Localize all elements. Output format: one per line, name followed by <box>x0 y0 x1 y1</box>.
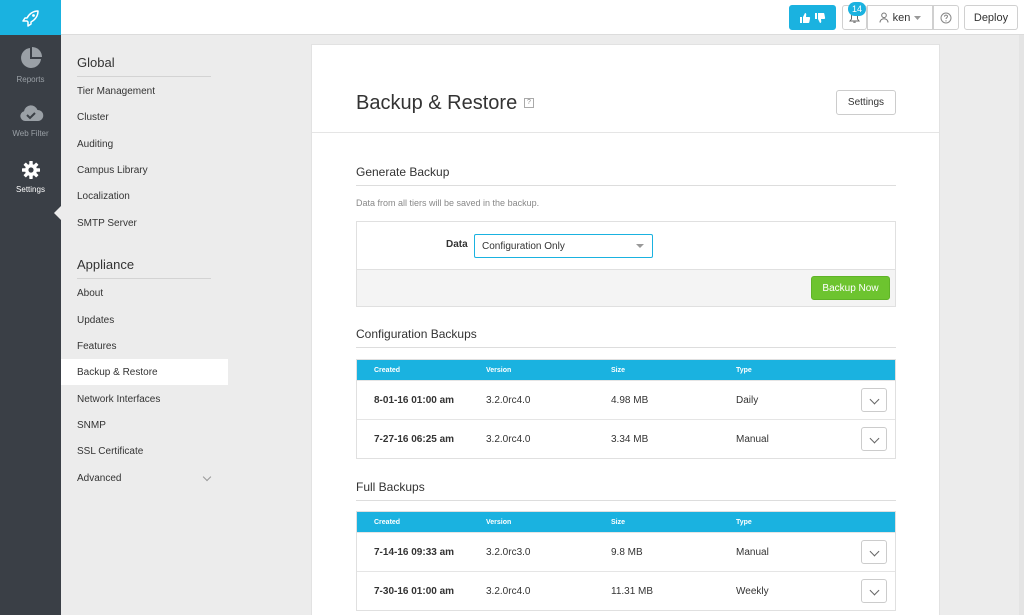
caret-down-icon <box>914 15 922 20</box>
rail-label-reports: Reports <box>16 75 45 84</box>
nav-item-backup-restore[interactable]: Backup & Restore <box>61 359 228 385</box>
help-icon <box>940 12 952 23</box>
chevron-down-icon <box>202 472 212 482</box>
cell-version: 3.2.0rc3.0 <box>486 546 531 558</box>
cell-size: 9.8 MB <box>611 546 643 558</box>
user-name: ken <box>892 11 911 24</box>
rail-item-settings[interactable]: Settings <box>0 149 61 205</box>
pie-chart-icon <box>20 47 42 68</box>
column-size: Size <box>611 366 626 374</box>
data-row: Data Configuration Only <box>357 222 895 270</box>
row-actions-dropdown[interactable] <box>861 427 887 451</box>
column-created: Created <box>374 518 401 526</box>
rail-item-reports[interactable]: Reports <box>0 37 61 93</box>
table-row: 7-14-16 09:33 am 3.2.0rc3.0 9.8 MB Manua… <box>357 532 895 571</box>
nav-heading-global: Global <box>77 55 211 77</box>
cloud-check-icon <box>19 105 43 121</box>
cell-created: 7-30-16 01:00 am <box>374 585 455 597</box>
nav-item-auditing[interactable]: Auditing <box>61 131 228 157</box>
nav-item-snmp[interactable]: SNMP <box>61 412 228 438</box>
feedback-button[interactable] <box>789 5 836 30</box>
column-created: Created <box>374 366 401 374</box>
nav-item-features[interactable]: Features <box>61 333 228 359</box>
column-version: Version <box>486 366 512 374</box>
row-actions-dropdown[interactable] <box>861 540 887 564</box>
row-actions-dropdown[interactable] <box>861 579 887 603</box>
notification-badge: 14 <box>848 2 866 16</box>
cell-type: Weekly <box>736 585 769 597</box>
data-label: Data <box>446 239 468 250</box>
panel-header: Backup & Restore ? Settings <box>312 45 939 133</box>
nav-item-network-interfaces[interactable]: Network Interfaces <box>61 386 228 412</box>
cell-version: 3.2.0rc4.0 <box>486 585 531 597</box>
active-indicator <box>54 206 61 220</box>
icon-rail: Reports Web Filter Settings <box>0 35 61 615</box>
row-actions-dropdown[interactable] <box>861 388 887 412</box>
table-row: 7-30-16 01:00 am 3.2.0rc4.0 11.31 MB Wee… <box>357 571 895 610</box>
caret-down-icon <box>636 244 644 248</box>
cell-version: 3.2.0rc4.0 <box>486 394 531 406</box>
thumbs-down-icon <box>815 12 826 23</box>
nav-item-localization[interactable]: Localization <box>61 183 228 209</box>
nav-item-about[interactable]: About <box>61 280 228 306</box>
table-header: Created Version Size Type <box>357 360 895 380</box>
nav-item-tier-management[interactable]: Tier Management <box>61 78 228 104</box>
generate-backup-hint: Data from all tiers will be saved in the… <box>356 198 540 208</box>
nav-heading-appliance: Appliance <box>77 257 211 279</box>
column-version: Version <box>486 518 512 526</box>
top-bar: 14 ken Deploy <box>0 0 1024 35</box>
rail-label-settings: Settings <box>16 185 45 194</box>
table-header: Created Version Size Type <box>357 512 895 532</box>
cell-created: 8-01-16 01:00 am <box>374 394 455 406</box>
gear-icon <box>21 161 40 179</box>
help-tooltip-icon[interactable]: ? <box>524 98 534 108</box>
user-menu[interactable]: ken <box>867 5 933 30</box>
nav-item-smtp-server[interactable]: SMTP Server <box>61 210 228 236</box>
cell-created: 7-14-16 09:33 am <box>374 546 455 558</box>
generate-backup-form: Data Configuration Only Backup Now <box>356 221 896 307</box>
full-backups-table: Created Version Size Type 7-14-16 09:33 … <box>356 511 896 611</box>
cell-type: Manual <box>736 433 769 445</box>
cell-type: Daily <box>736 394 759 406</box>
cell-size: 4.98 MB <box>611 394 649 406</box>
user-icon <box>879 12 889 23</box>
nav-item-ssl-certificate[interactable]: SSL Certificate <box>61 438 228 464</box>
settings-nav: Global Tier Management Cluster Auditing … <box>61 35 228 615</box>
nav-item-advanced-label: Advanced <box>77 472 122 484</box>
rail-label-web-filter: Web Filter <box>12 129 49 138</box>
page-title: Backup & Restore <box>356 92 518 114</box>
rail-item-web-filter[interactable]: Web Filter <box>0 93 61 149</box>
scrollbar-track[interactable] <box>1019 35 1024 615</box>
nav-item-campus-library[interactable]: Campus Library <box>61 157 228 183</box>
column-type: Type <box>736 366 752 374</box>
backup-now-button[interactable]: Backup Now <box>811 276 890 300</box>
settings-button[interactable]: Settings <box>836 90 896 115</box>
cell-created: 7-27-16 06:25 am <box>374 433 455 445</box>
column-type: Type <box>736 518 752 526</box>
generate-backup-heading: Generate Backup <box>356 165 896 186</box>
thumbs-up-icon <box>800 12 811 23</box>
config-backups-table: Created Version Size Type 8-01-16 01:00 … <box>356 359 896 459</box>
cell-version: 3.2.0rc4.0 <box>486 433 531 445</box>
deploy-button[interactable]: Deploy <box>964 5 1018 30</box>
rocket-icon <box>21 9 39 27</box>
column-size: Size <box>611 518 626 526</box>
table-row: 7-27-16 06:25 am 3.2.0rc4.0 3.34 MB Manu… <box>357 419 895 458</box>
cell-size: 11.31 MB <box>611 585 654 597</box>
nav-item-advanced[interactable]: Advanced <box>61 465 228 491</box>
table-row: 8-01-16 01:00 am 3.2.0rc4.0 4.98 MB Dail… <box>357 380 895 419</box>
form-footer: Backup Now <box>357 270 895 306</box>
app-logo[interactable] <box>0 0 61 35</box>
data-select-value: Configuration Only <box>482 240 565 252</box>
main-panel: Backup & Restore ? Settings Generate Bac… <box>311 44 940 615</box>
cell-size: 3.34 MB <box>611 433 649 445</box>
data-select[interactable]: Configuration Only <box>474 234 653 258</box>
config-backups-heading: Configuration Backups <box>356 327 896 348</box>
cell-type: Manual <box>736 546 769 558</box>
nav-item-updates[interactable]: Updates <box>61 307 228 333</box>
nav-item-cluster[interactable]: Cluster <box>61 104 228 130</box>
help-button[interactable] <box>933 5 959 30</box>
full-backups-heading: Full Backups <box>356 480 896 501</box>
